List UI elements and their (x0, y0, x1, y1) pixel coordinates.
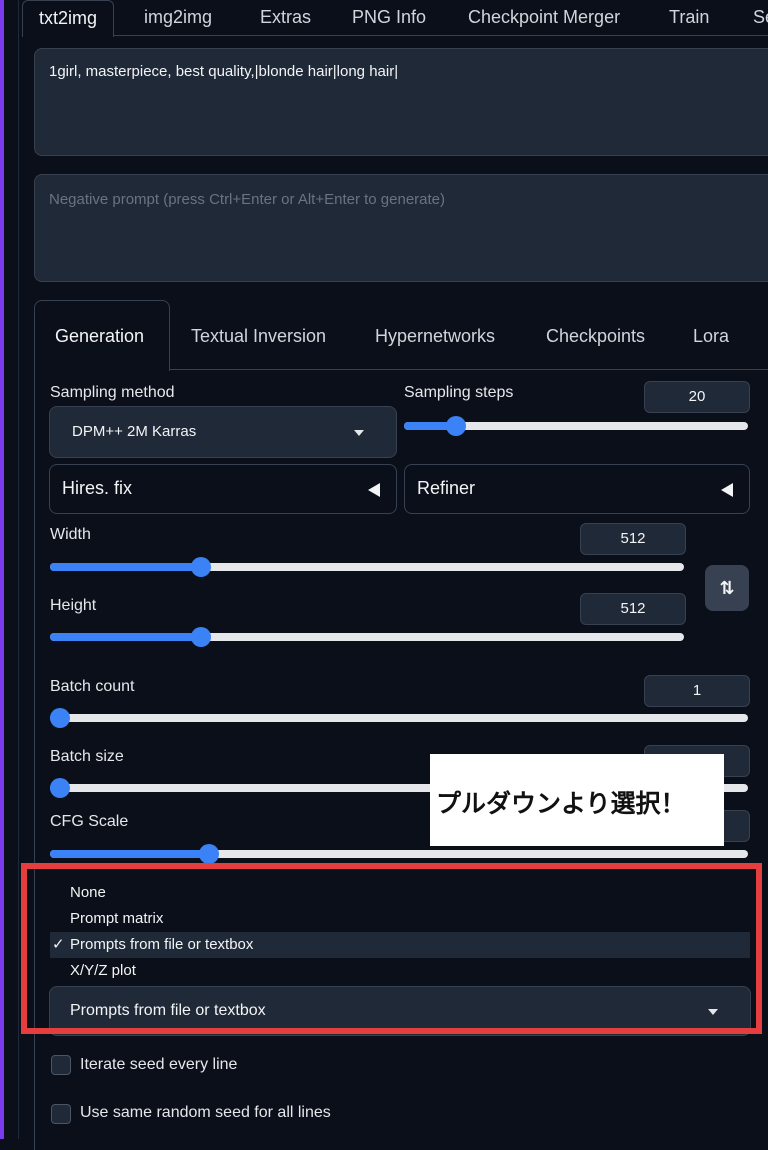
same-seed-label: Use same random seed for all lines (80, 1104, 331, 1121)
chevron-down-icon (354, 430, 364, 436)
batch-count-label: Batch count (50, 678, 135, 695)
subtab-lora[interactable]: Lora (693, 326, 729, 347)
height-slider-fill (50, 633, 201, 641)
iterate-seed-checkbox[interactable] (51, 1055, 71, 1075)
prompt-text: 1girl, masterpiece, best quality,|blonde… (49, 63, 399, 80)
tab-txt2img[interactable]: txt2img (22, 0, 115, 37)
iterate-seed-label: Iterate seed every line (80, 1056, 238, 1073)
triangle-left-icon (368, 483, 380, 497)
width-label: Width (50, 526, 91, 543)
sampling-method-select[interactable]: DPM++ 2M Karras (49, 406, 397, 458)
swap-dimensions-button[interactable]: ⇅ (705, 565, 749, 611)
prompt-textarea[interactable]: 1girl, masterpiece, best quality,|blonde… (34, 48, 768, 156)
annotation-text: プルダウンより選択！ (436, 789, 686, 818)
width-input[interactable]: 512 (580, 523, 686, 555)
cfg-scale-slider[interactable] (50, 844, 748, 864)
negative-prompt-placeholder: Negative prompt (press Ctrl+Enter or Alt… (49, 191, 446, 208)
batch-count-input[interactable]: 1 (644, 675, 750, 707)
tab-png-info[interactable]: PNG Info (352, 0, 426, 36)
refiner-label: Refiner (417, 478, 476, 498)
height-label: Height (50, 597, 97, 614)
sampling-steps-input[interactable]: 20 (644, 381, 750, 413)
batch-count-slider-thumb[interactable] (50, 708, 70, 728)
height-slider[interactable] (50, 627, 684, 647)
tab-settings[interactable]: Se (753, 0, 768, 36)
tab-checkpoint-merger[interactable]: Checkpoint Merger (468, 0, 620, 36)
batch-count-slider[interactable] (50, 708, 748, 728)
tab-extras[interactable]: Extras (260, 0, 311, 36)
height-input[interactable]: 512 (580, 593, 686, 625)
sampling-method-label: Sampling method (50, 384, 175, 401)
subtab-checkpoints[interactable]: Checkpoints (546, 326, 645, 347)
cfg-scale-slider-fill (50, 850, 209, 858)
sampling-steps-label: Sampling steps (404, 384, 514, 401)
tab-train[interactable]: Train (669, 0, 709, 36)
hires-fix-label: Hires. fix (62, 478, 133, 498)
same-seed-checkbox[interactable] (51, 1104, 71, 1124)
sampling-method-value: DPM++ 2M Karras (72, 423, 197, 440)
subtab-textual-inversion[interactable]: Textual Inversion (191, 326, 326, 347)
left-divider (18, 0, 19, 1139)
highlight-frame (21, 863, 762, 1034)
batch-size-label: Batch size (50, 748, 124, 765)
subtab-hypernetworks[interactable]: Hypernetworks (375, 326, 495, 347)
batch-size-slider-thumb[interactable] (50, 778, 70, 798)
width-slider[interactable] (50, 557, 684, 577)
width-slider-thumb[interactable] (191, 557, 211, 577)
top-tab-bar: txt2img img2img Extras PNG Info Checkpoi… (22, 0, 768, 37)
cfg-scale-label: CFG Scale (50, 813, 129, 830)
left-accent-bar (0, 0, 4, 1139)
sampling-steps-slider[interactable] (404, 416, 748, 436)
sampling-steps-slider-thumb[interactable] (446, 416, 466, 436)
hires-fix-accordion[interactable]: Hires. fix (49, 464, 397, 514)
refiner-accordion[interactable]: Refiner (404, 464, 750, 514)
annotation-callout: プルダウンより選択！ (430, 754, 724, 846)
height-slider-thumb[interactable] (191, 627, 211, 647)
width-slider-fill (50, 563, 201, 571)
cfg-scale-slider-thumb[interactable] (199, 844, 219, 864)
negative-prompt-textarea[interactable]: Negative prompt (press Ctrl+Enter or Alt… (34, 174, 768, 282)
triangle-left-icon (721, 483, 733, 497)
tab-img2img[interactable]: img2img (144, 0, 212, 36)
subtab-generation[interactable]: Generation (55, 326, 144, 347)
